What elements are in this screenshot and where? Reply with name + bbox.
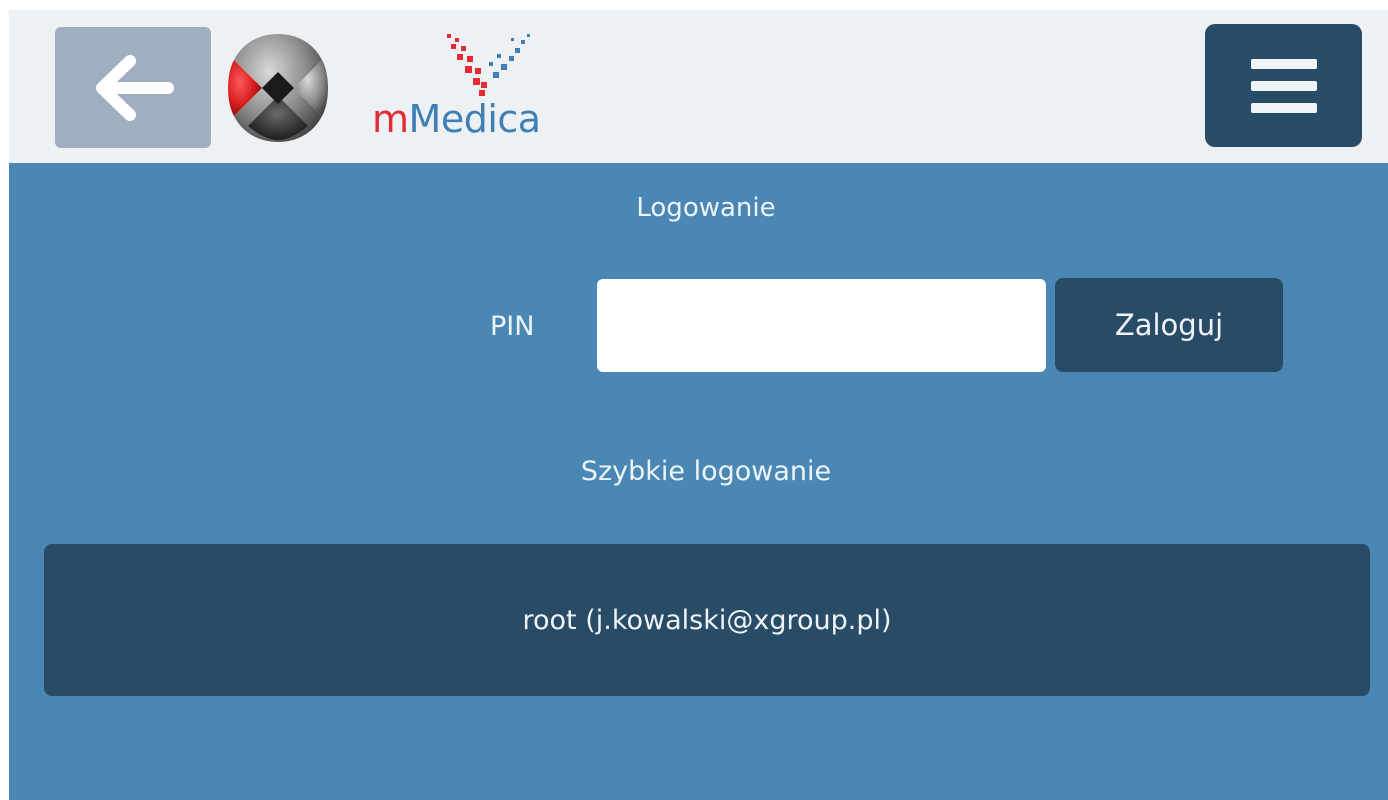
login-heading: Logowanie bbox=[636, 193, 776, 223]
pin-label: PIN bbox=[490, 311, 535, 342]
app-frame: mMedica Logowanie PIN Zaloguj Szybkie lo… bbox=[0, 0, 1388, 800]
login-button[interactable]: Zaloguj bbox=[1055, 278, 1283, 372]
quick-login-user-button[interactable]: root (j.kowalski@xgroup.pl) bbox=[44, 544, 1370, 696]
quick-login-heading: Szybkie logowanie bbox=[580, 456, 832, 487]
wordmark-medica: Medica bbox=[408, 97, 542, 141]
top-bar bbox=[9, 10, 1388, 163]
pin-input[interactable] bbox=[597, 279, 1046, 372]
arrow-left-icon bbox=[96, 54, 174, 121]
mmedica-wordmark: mMedica bbox=[372, 100, 541, 138]
back-button[interactable] bbox=[55, 27, 211, 148]
menu-button[interactable] bbox=[1205, 24, 1362, 147]
x-group-logo bbox=[228, 34, 328, 142]
wordmark-m: m bbox=[372, 97, 409, 141]
hamburger-menu-icon bbox=[1250, 58, 1317, 113]
